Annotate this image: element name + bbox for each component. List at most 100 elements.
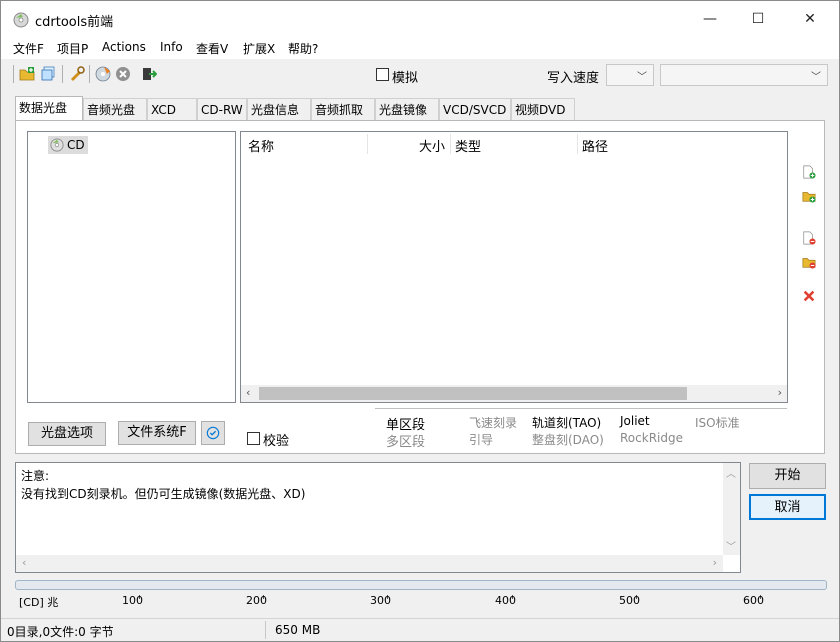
tab-audio-grab[interactable]: 音频抓取 (311, 98, 375, 120)
tree-item-label: CD (67, 138, 85, 152)
status-capacity: 650 MB (275, 623, 321, 637)
column-header-name[interactable]: 名称 (248, 136, 274, 155)
ruler-tick-label: 400 (495, 594, 516, 607)
check-circle-icon (206, 426, 220, 440)
capacity-ruler: [CD] 兆 100 200 300 400 500 600 (15, 590, 827, 612)
tab-audio-disc[interactable]: 音频光盘 (83, 98, 147, 120)
drive-dropdown[interactable]: ﹀ (660, 64, 828, 86)
tab-data-disc[interactable]: 数据光盘 (15, 96, 83, 121)
simulate-label: 模拟 (392, 71, 419, 86)
scroll-up-icon[interactable]: ︿ (726, 465, 736, 480)
on-the-fly-option[interactable]: 飞速刻录 (469, 414, 517, 431)
horizontal-scrollbar[interactable]: ‹ › (241, 385, 787, 402)
tao-option[interactable]: 轨道刻(TAO) (532, 414, 601, 431)
start-button[interactable]: 开始 (749, 463, 826, 489)
tab-disc-image[interactable]: 光盘镜像 (375, 98, 439, 120)
cd-app-icon (13, 12, 29, 28)
menu-info[interactable]: Info (160, 40, 183, 54)
simulate-checkbox[interactable] (376, 68, 389, 81)
add-folder-icon[interactable] (802, 189, 816, 203)
horizontal-scrollbar[interactable]: ‹ › (16, 555, 723, 572)
tab-vcd-svcd[interactable]: VCD/SVCD (439, 98, 511, 120)
menu-project[interactable]: 项目P (57, 40, 88, 57)
data-disc-panel: CD 名称 大小 类型 路径 ‹ › 光盘选项 文件系统F 校验 单区段 多区段… (15, 120, 825, 454)
scroll-right-icon[interactable]: › (713, 556, 717, 569)
tab-video-dvd[interactable]: 视频DVD (511, 98, 575, 120)
menu-view[interactable]: 查看V (196, 40, 228, 57)
multi-session-option[interactable]: 多区段 (386, 431, 425, 450)
tree-item-cd[interactable]: CD (48, 136, 88, 154)
column-header-size[interactable]: 大小 (419, 136, 445, 155)
ruler-tick-label: 600 (743, 594, 764, 607)
exit-icon[interactable] (141, 66, 157, 82)
stop-icon[interactable] (115, 66, 131, 82)
status-counts: 0目录,0文件:0 字节 (7, 625, 114, 639)
write-speed-dropdown[interactable]: ﹀ (606, 64, 654, 86)
notes-message: 没有找到CD刻录机。但仍可生成镜像(数据光盘、XD) (21, 487, 306, 501)
burn-disc-icon[interactable] (95, 66, 111, 82)
scroll-left-icon[interactable]: ‹ (22, 556, 26, 569)
disc-options-button[interactable]: 光盘选项 (28, 422, 106, 446)
tools-icon[interactable] (69, 66, 85, 82)
toolbar-separator (62, 65, 63, 83)
menu-help[interactable]: 帮助? (288, 40, 318, 57)
column-divider (450, 134, 451, 154)
ruler-tick-label: 300 (370, 594, 391, 607)
scroll-thumb[interactable] (259, 387, 687, 400)
remove-file-icon[interactable] (802, 231, 816, 245)
column-header-type[interactable]: 类型 (455, 136, 481, 155)
column-divider (367, 134, 368, 154)
ruler-tick-label: 500 (619, 594, 640, 607)
filesystem-button[interactable]: 文件系统F (118, 421, 196, 445)
menu-bar: 文件F 项目P Actions Info 查看V 扩展X 帮助? (1, 37, 839, 59)
iso-standard-option[interactable]: ISO标准 (695, 414, 740, 431)
ruler-unit-label: [CD] 兆 (19, 596, 59, 609)
window-title: cdrtools前端 (35, 15, 114, 30)
message-log[interactable]: 注意: 没有找到CD刻录机。但仍可生成镜像(数据光盘、XD) ︿ ﹀ ‹ › (15, 462, 741, 573)
toolbar: 模拟 写入速度 ﹀ ﹀ (1, 59, 839, 91)
title-bar: cdrtools前端 — ☐ ✕ (1, 1, 839, 37)
remove-folder-icon[interactable] (802, 255, 816, 269)
column-divider (577, 134, 578, 154)
tab-xcd[interactable]: XCD (147, 98, 197, 120)
write-speed-label: 写入速度 (547, 71, 600, 86)
scroll-right-icon[interactable]: › (778, 386, 782, 399)
app-window: cdrtools前端 — ☐ ✕ 文件F 项目P Actions Info 查看… (0, 0, 840, 642)
status-bar: 0目录,0文件:0 字节 650 MB (1, 618, 839, 641)
minimize-button[interactable]: — (687, 1, 733, 37)
joliet-option[interactable]: Joliet (620, 414, 650, 428)
boot-option[interactable]: 引导 (469, 431, 493, 448)
folder-tree[interactable]: CD (27, 131, 236, 403)
toolbar-separator (89, 65, 90, 83)
scroll-down-icon[interactable]: ﹀ (726, 538, 736, 553)
file-list[interactable]: 名称 大小 类型 路径 ‹ › (240, 131, 788, 403)
tab-disc-info[interactable]: 光盘信息 (247, 98, 311, 120)
toolbar-separator (13, 65, 14, 83)
verify-label: 校验 (263, 434, 290, 449)
menu-file[interactable]: 文件F (13, 40, 44, 57)
dao-option[interactable]: 整盘刻(DAO) (532, 431, 604, 448)
status-divider (265, 621, 266, 639)
menu-extensions[interactable]: 扩展X (243, 40, 275, 57)
notes-title: 注意: (21, 469, 50, 483)
cd-icon (50, 138, 64, 152)
scroll-left-icon[interactable]: ‹ (246, 386, 250, 399)
vertical-scrollbar[interactable]: ︿ ﹀ (723, 463, 740, 555)
chevron-down-icon: ﹀ (811, 72, 821, 83)
verify-toggle-button[interactable] (201, 421, 225, 445)
close-button[interactable]: ✕ (787, 1, 833, 37)
new-project-icon[interactable] (19, 66, 35, 82)
chevron-down-icon: ﹀ (637, 72, 647, 83)
tab-cdrw[interactable]: CD-RW (197, 98, 247, 120)
capacity-progress-bar (15, 580, 827, 590)
rockridge-option[interactable]: RockRidge (620, 431, 683, 445)
column-header-path[interactable]: 路径 (582, 136, 608, 155)
open-project-icon[interactable] (41, 66, 57, 82)
verify-checkbox[interactable] (247, 432, 260, 445)
maximize-button[interactable]: ☐ (735, 1, 781, 37)
menu-actions[interactable]: Actions (102, 40, 146, 54)
delete-icon[interactable] (802, 289, 816, 303)
add-file-icon[interactable] (802, 165, 816, 179)
cancel-button[interactable]: 取消 (749, 494, 826, 520)
ruler-tick-label: 100 (122, 594, 143, 607)
